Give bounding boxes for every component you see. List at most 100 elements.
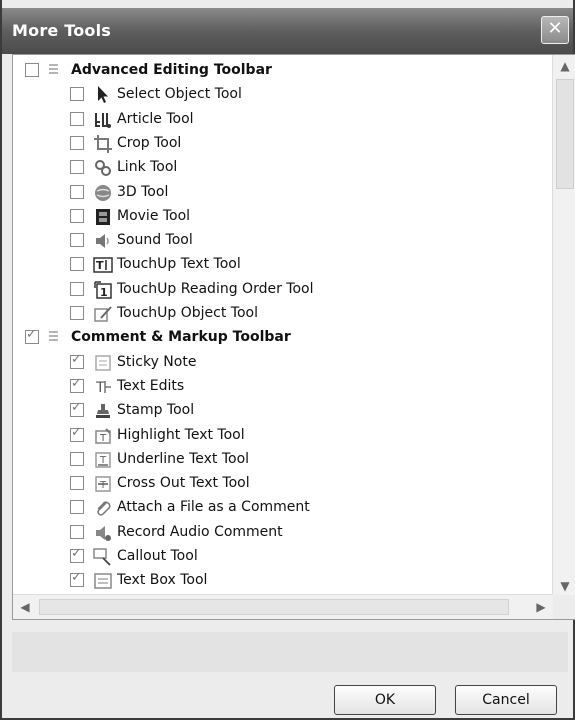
speaker-icon xyxy=(93,231,113,251)
tool-item-label: Stamp Tool xyxy=(117,402,195,419)
close-button[interactable]: ✕ xyxy=(541,16,569,44)
tool-item-row[interactable]: T Text Edits xyxy=(13,375,553,399)
tool-item-label: TouchUp Reading Order Tool xyxy=(117,280,314,297)
grip-icon xyxy=(49,331,58,342)
text-edits-icon: T xyxy=(93,377,113,397)
tool-checkbox[interactable] xyxy=(70,376,84,393)
tool-item-row[interactable]: T Underline Text Tool xyxy=(13,448,553,472)
tool-item-label: Highlight Text Tool xyxy=(117,426,245,443)
tool-item-row[interactable]: Attach a File as a Comment xyxy=(13,496,553,520)
tool-checkbox[interactable] xyxy=(70,111,84,126)
tool-item-label: Underline Text Tool xyxy=(117,450,250,467)
scroll-down-icon[interactable]: ▼ xyxy=(553,575,575,597)
scroll-right-icon[interactable]: ▶ xyxy=(529,595,553,619)
tool-item-label: Text Box Tool xyxy=(117,572,208,589)
tool-item-row[interactable]: T Cross Out Text Tool xyxy=(13,472,553,496)
tool-checkbox[interactable] xyxy=(70,500,84,515)
crop-icon xyxy=(93,134,113,154)
svg-text:T: T xyxy=(96,259,104,272)
tool-item-row[interactable]: Crop Tool xyxy=(13,132,553,156)
tool-item-row[interactable]: Link Tool xyxy=(13,156,553,180)
tool-checkbox[interactable] xyxy=(70,400,84,418)
close-icon: ✕ xyxy=(547,18,563,39)
tool-item-label: Article Tool xyxy=(117,110,194,127)
button-area xyxy=(12,632,568,672)
tool-item-label: Movie Tool xyxy=(117,207,191,224)
tool-item-row[interactable]: T Highlight Text Tool xyxy=(13,424,553,448)
toolbar-group-label: Advanced Editing Toolbar xyxy=(71,62,272,78)
tool-checkbox[interactable] xyxy=(70,184,84,199)
svg-text:T: T xyxy=(99,433,107,444)
tool-item-row[interactable]: Sound Tool xyxy=(13,229,553,253)
dialog-title: More Tools xyxy=(12,21,112,40)
vertical-scroll-thumb[interactable] xyxy=(556,79,574,189)
vertical-scrollbar[interactable]: ▲ ▼ xyxy=(552,55,575,597)
tool-checkbox[interactable] xyxy=(70,306,84,320)
cross-out-icon: T xyxy=(93,474,113,494)
tool-item-row[interactable]: Text Box Tool xyxy=(13,569,553,593)
toolbar-checkbox[interactable] xyxy=(25,63,39,77)
touchup-object-icon xyxy=(93,304,113,324)
tool-item-row[interactable]: T TouchUp Text Tool xyxy=(13,253,553,277)
scroll-left-icon[interactable]: ◀ xyxy=(13,595,37,619)
tool-item-label: 3D Tool xyxy=(117,183,169,200)
reading-order-icon: 1 xyxy=(93,280,113,300)
tool-item-row[interactable]: TouchUp Object Tool xyxy=(13,302,553,326)
toolbar-group-row[interactable]: Advanced Editing Toolbar xyxy=(13,59,553,83)
audio-icon xyxy=(93,523,113,543)
tool-item-label: Sound Tool xyxy=(117,232,193,249)
tool-checkbox[interactable] xyxy=(70,87,84,102)
tool-item-label: Select Object Tool xyxy=(117,86,242,103)
tool-item-label: Sticky Note xyxy=(117,353,197,370)
tool-checkbox[interactable] xyxy=(70,524,84,539)
tool-item-row[interactable]: 1 TouchUp Reading Order Tool xyxy=(13,278,553,302)
tool-checkbox[interactable] xyxy=(70,546,84,563)
scrollbar-corner xyxy=(553,595,575,619)
tool-item-row[interactable]: Stamp Tool xyxy=(13,399,553,423)
tool-checkbox[interactable] xyxy=(70,281,84,296)
tool-item-label: Record Audio Comment xyxy=(117,523,283,540)
cancel-button[interactable]: Cancel xyxy=(455,685,557,715)
callout-icon xyxy=(93,547,113,567)
tool-item-label: TouchUp Text Tool xyxy=(117,256,241,273)
tool-checkbox[interactable] xyxy=(70,160,84,175)
tool-item-label: Text Edits xyxy=(117,377,185,394)
tool-checkbox[interactable] xyxy=(70,135,84,150)
horizontal-scrollbar[interactable]: ◀ ▶ xyxy=(13,594,553,619)
toolbar-group-row[interactable]: Comment & Markup Toolbar xyxy=(13,326,553,350)
tool-checkbox[interactable] xyxy=(70,451,84,466)
sticky-note-icon xyxy=(93,353,113,373)
paperclip-icon xyxy=(93,498,113,518)
stamp-icon xyxy=(93,401,113,421)
cursor-arrow-icon xyxy=(93,85,113,105)
touchup-text-icon: T xyxy=(93,255,113,275)
tool-checkbox[interactable] xyxy=(70,208,84,223)
text-box-icon xyxy=(93,571,113,591)
tool-checkbox[interactable] xyxy=(70,570,84,588)
tool-checkbox[interactable] xyxy=(70,352,84,369)
tools-list: Advanced Editing Toolbar Select Object To… xyxy=(13,55,553,597)
underline-icon: T xyxy=(93,450,113,470)
tool-checkbox[interactable] xyxy=(70,257,84,272)
tool-item-label: TouchUp Object Tool xyxy=(117,305,259,321)
scroll-up-icon[interactable]: ▲ xyxy=(553,55,575,77)
tool-item-row[interactable]: Movie Tool xyxy=(13,205,553,229)
film-icon xyxy=(93,207,113,227)
toolbar-checkbox[interactable] xyxy=(25,327,39,345)
svg-text:1: 1 xyxy=(100,286,108,299)
tool-checkbox[interactable] xyxy=(70,476,84,491)
grip-icon xyxy=(49,64,58,75)
tool-item-row[interactable]: Sticky Note xyxy=(13,351,553,375)
tool-checkbox[interactable] xyxy=(70,233,84,248)
tool-item-row[interactable]: Article Tool xyxy=(13,108,553,132)
svg-text:T: T xyxy=(99,480,107,491)
tool-item-row[interactable]: Select Object Tool xyxy=(13,83,553,107)
tool-item-row[interactable]: Record Audio Comment xyxy=(13,521,553,545)
tool-item-row[interactable]: Callout Tool xyxy=(13,545,553,569)
tool-item-label: Callout Tool xyxy=(117,548,198,564)
more-tools-dialog: More Tools ✕ Advanced Editing Toolbar Sel… xyxy=(0,0,575,720)
tool-checkbox[interactable] xyxy=(70,425,84,442)
horizontal-scroll-thumb[interactable] xyxy=(39,599,509,615)
tool-item-row[interactable]: 3D Tool xyxy=(13,181,553,205)
ok-button[interactable]: OK xyxy=(334,685,436,715)
